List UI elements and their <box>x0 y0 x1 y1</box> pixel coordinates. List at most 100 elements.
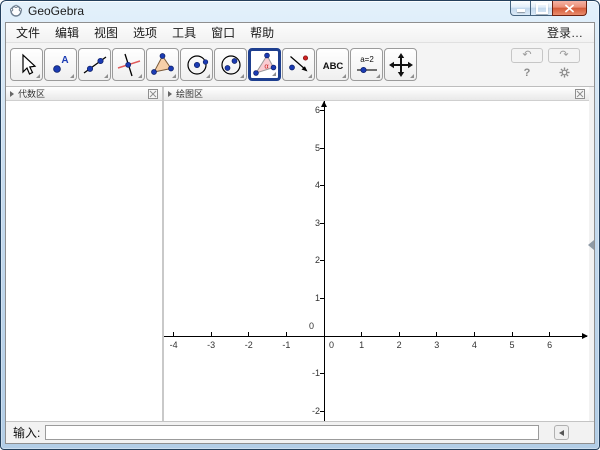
tool-angle-button[interactable]: α <box>248 48 281 81</box>
tool-slider-button[interactable]: a=2 <box>350 48 383 81</box>
minimize-icon <box>516 9 525 12</box>
algebra-expand-arrow-icon[interactable] <box>10 90 14 97</box>
x-tick-label: -3 <box>207 340 216 350</box>
tool-move-graphics-view-button[interactable] <box>384 48 417 81</box>
y-tick-label: -2 <box>311 405 320 416</box>
menu-item-options[interactable]: 选项 <box>130 23 160 42</box>
y-axis-tick <box>320 147 324 149</box>
move-cursor-icon <box>21 53 36 75</box>
point-icon: A <box>52 55 68 73</box>
text-icon: ABC <box>322 61 343 72</box>
x-axis-tick <box>511 332 513 336</box>
menu-bar: 文件 编辑 视图 选项 工具 窗口 帮助 登录… <box>6 23 594 43</box>
tool-ellipse-button[interactable] <box>214 48 247 81</box>
svg-text:a=2: a=2 <box>360 55 374 64</box>
input-help-button[interactable] <box>554 425 570 440</box>
maximize-button[interactable] <box>531 1 552 16</box>
x-axis-tick <box>549 332 551 336</box>
algebra-panel-header: 代数区 <box>6 87 162 101</box>
menu-item-edit[interactable]: 编辑 <box>52 23 82 42</box>
x-axis-tick <box>248 332 250 336</box>
perpendicular-line-icon <box>117 53 140 76</box>
close-button[interactable] <box>552 1 587 16</box>
input-label: 输入: <box>13 426 41 440</box>
minimize-button[interactable] <box>510 1 531 16</box>
y-tick-label: 6 <box>314 104 320 115</box>
slider-icon: a=2 <box>356 55 377 73</box>
x-axis-arrow-icon <box>582 333 588 339</box>
undo-button[interactable]: ↶ <box>511 48 543 63</box>
angle-icon: α <box>252 52 276 76</box>
x-tick-label: 6 <box>547 340 553 350</box>
algebra-panel-close-icon[interactable] <box>148 88 158 99</box>
svg-text:α: α <box>264 61 269 70</box>
window-title: GeoGebra <box>28 4 85 18</box>
ellipse-icon <box>220 54 241 75</box>
menu-item-file[interactable]: 文件 <box>13 23 43 42</box>
redo-icon: ↷ <box>559 49 569 61</box>
y-tick-label: -1 <box>311 368 320 379</box>
algebra-panel: 代数区 <box>6 87 162 421</box>
undo-icon: ↶ <box>522 49 532 61</box>
graphics-view[interactable]: 0 0 -4 -3 -2 -1 1 2 3 4 5 6 6 5 4 3 2 1 -1 -2 <box>164 101 589 421</box>
polygon-icon <box>150 52 174 75</box>
x-axis <box>164 336 587 337</box>
help-icon: ? <box>523 66 531 79</box>
svg-text:A: A <box>61 55 68 66</box>
redo-button[interactable]: ↷ <box>548 48 580 63</box>
y-tick-label: 4 <box>314 180 320 191</box>
y-axis-tick <box>320 297 324 299</box>
toolbar: A α ABC a=2 ↶ ↷ ? <box>6 43 594 87</box>
x-tick-label: 4 <box>471 340 477 350</box>
settings-button[interactable] <box>548 66 580 79</box>
y-tick-label: 3 <box>314 217 320 228</box>
menu-items: 文件 编辑 视图 选项 工具 窗口 帮助 <box>13 23 277 42</box>
menu-item-view[interactable]: 视图 <box>91 23 121 42</box>
graphics-panel-close-icon[interactable] <box>575 88 585 99</box>
input-help-arrow-icon <box>559 429 565 436</box>
menu-item-tools[interactable]: 工具 <box>169 23 199 42</box>
origin-zero-label-above: 0 <box>309 321 315 331</box>
tool-text-button[interactable]: ABC <box>316 48 349 81</box>
y-tick-label: 2 <box>314 255 320 266</box>
y-axis-tick <box>320 410 324 412</box>
y-axis <box>324 101 325 421</box>
circle-icon <box>186 54 208 75</box>
algebra-view[interactable] <box>6 101 162 421</box>
origin-zero-label-below: 0 <box>329 340 335 350</box>
y-axis-tick <box>320 185 324 187</box>
tool-reflection-button[interactable] <box>282 48 315 81</box>
reflection-icon <box>288 54 308 71</box>
graphics-panel-title: 绘图区 <box>176 89 204 99</box>
command-input[interactable] <box>45 425 540 440</box>
tool-point-button[interactable]: A <box>44 48 77 81</box>
input-bar: 输入: <box>6 421 594 443</box>
x-tick-label: 2 <box>396 340 402 350</box>
svg-text:ABC: ABC <box>322 61 343 72</box>
graphics-expand-arrow-icon[interactable] <box>168 90 172 97</box>
x-tick-label: 5 <box>509 340 515 350</box>
help-button[interactable]: ? <box>511 66 543 79</box>
y-axis-tick <box>320 109 324 111</box>
x-tick-label: -2 <box>244 340 253 350</box>
tool-line-button[interactable] <box>78 48 111 81</box>
tool-perpendicular-line-button[interactable] <box>112 48 145 81</box>
menu-item-window[interactable]: 窗口 <box>208 23 238 42</box>
menu-item-help[interactable]: 帮助 <box>247 23 277 42</box>
move-graphics-view-icon <box>388 52 413 77</box>
toolbar-right-controls: ↶ ↷ ? <box>511 48 590 79</box>
close-icon <box>565 4 574 12</box>
x-axis-tick <box>361 332 363 336</box>
collapse-panel-arrow-icon[interactable] <box>588 240 594 250</box>
algebra-panel-title: 代数区 <box>18 89 46 99</box>
login-button[interactable]: 登录… <box>547 24 587 41</box>
geogebra-logo-icon <box>9 4 23 17</box>
tool-circle-button[interactable] <box>180 48 213 81</box>
line-icon <box>83 55 106 74</box>
tool-move-button[interactable] <box>10 48 43 81</box>
x-axis-tick <box>210 332 212 336</box>
tool-polygon-button[interactable] <box>146 48 179 81</box>
graphics-panel-header: 绘图区 <box>164 87 589 101</box>
x-axis-tick <box>398 332 400 336</box>
x-axis-tick <box>173 332 175 336</box>
